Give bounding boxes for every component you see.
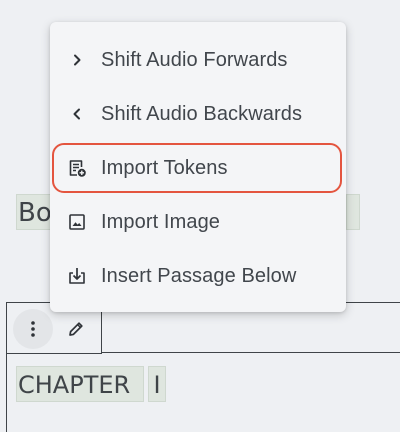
more-vertical-icon — [31, 321, 35, 337]
menu-item-label: Import Tokens — [101, 156, 228, 179]
menu-item-import-image[interactable]: Import Image — [50, 195, 346, 249]
edit-button[interactable] — [56, 309, 96, 349]
passage-divider — [102, 352, 400, 353]
token-partial-right[interactable] — [346, 194, 360, 230]
insert-below-icon — [66, 265, 88, 287]
menu-item-label: Insert Passage Below — [101, 264, 297, 287]
menu-item-shift-audio-backwards[interactable]: Shift Audio Backwards — [50, 87, 346, 141]
context-menu: Shift Audio Forwards Shift Audio Backwar… — [50, 22, 346, 312]
token-chapter[interactable]: CHAPTER — [16, 366, 144, 402]
token-chapter-numeral[interactable]: I — [148, 366, 166, 402]
menu-item-shift-audio-forwards[interactable]: Shift Audio Forwards — [50, 33, 346, 87]
menu-item-label: Shift Audio Backwards — [101, 102, 303, 125]
import-tokens-icon — [66, 157, 88, 179]
image-icon — [66, 211, 88, 233]
menu-item-label: Import Image — [101, 210, 221, 233]
more-options-button[interactable] — [13, 309, 53, 349]
chevron-right-icon — [66, 49, 88, 71]
menu-item-import-tokens[interactable]: Import Tokens — [50, 141, 346, 195]
menu-item-insert-passage-below[interactable]: Insert Passage Below — [50, 249, 346, 303]
menu-item-label: Shift Audio Forwards — [101, 48, 288, 71]
chevron-left-icon — [66, 103, 88, 125]
pencil-icon — [69, 322, 83, 336]
